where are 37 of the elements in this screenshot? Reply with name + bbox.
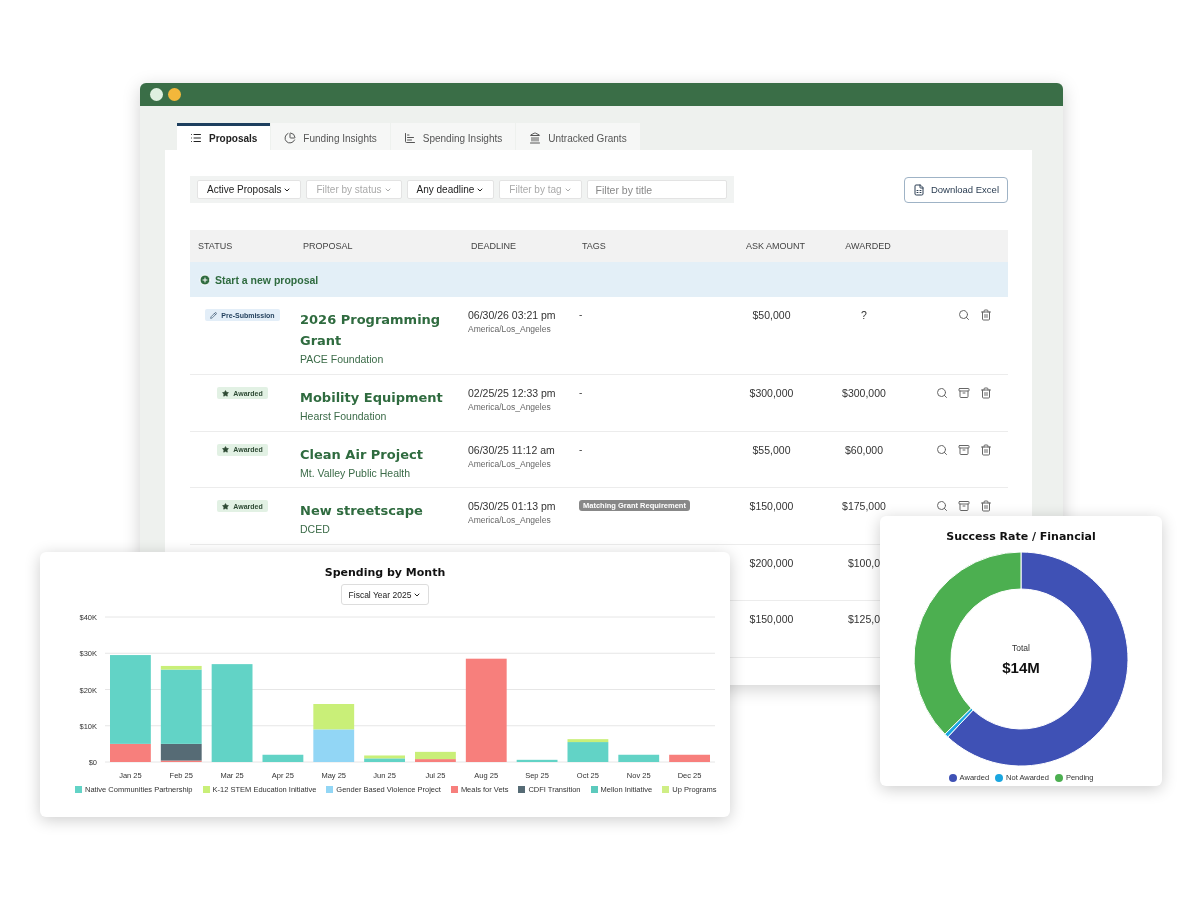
column-header: DEADLINE	[470, 241, 517, 251]
deadline-date: 05/30/25 01:13 pm	[468, 500, 556, 512]
column-header: AWARDED	[844, 241, 892, 251]
total-label: Total	[1012, 642, 1030, 653]
column-header: ASK AMOUNT	[745, 241, 806, 251]
awarded-amount: $300,000	[842, 387, 886, 399]
empty-tags: -	[579, 443, 583, 455]
deadline-date: 02/25/25 12:33 pm	[468, 387, 556, 399]
ask-amount: $50,000	[752, 309, 791, 321]
deadline-date: 06/30/26 03:21 pm	[468, 309, 556, 321]
timezone: America/Los_Angeles	[468, 324, 551, 334]
ask-amount: $150,000	[749, 613, 794, 625]
ask-amount: $200,000	[749, 556, 794, 569]
empty-tags: -	[579, 309, 583, 320]
empty-tags: -	[579, 387, 583, 398]
timezone: America/Los_Angeles	[468, 458, 551, 469]
funder-name: PACE Foundation	[300, 353, 384, 365]
timezone: America/Los_Angeles	[468, 402, 551, 412]
card-title: Spending by Month	[324, 566, 446, 579]
timezone: America/Los_Angeles	[468, 515, 551, 525]
funder-name: Mt. Valley Public Health	[300, 466, 411, 479]
awarded-amount: $60,000	[845, 443, 883, 456]
column-header: PROPOSAL	[302, 241, 354, 251]
column-header: TAGS	[581, 241, 607, 251]
column-header: STATUS	[197, 241, 234, 251]
ask-amount: $55,000	[752, 443, 791, 456]
ask-amount: $150,000	[749, 500, 794, 512]
ask-amount: $300,000	[749, 387, 794, 399]
funder-name: DCED	[300, 523, 330, 535]
funder-name: Hearst Foundation	[300, 410, 387, 422]
awarded-amount: $100,0	[847, 556, 881, 569]
awarded-amount: ?	[861, 309, 867, 321]
awarded-amount: $125,0	[847, 613, 881, 625]
awarded-amount: $175,000	[842, 500, 886, 512]
card-title: Success Rate / Financial	[946, 530, 1096, 543]
total-value: $14M	[1002, 658, 1040, 676]
deadline-date: 06/30/25 11:12 am	[468, 443, 555, 456]
